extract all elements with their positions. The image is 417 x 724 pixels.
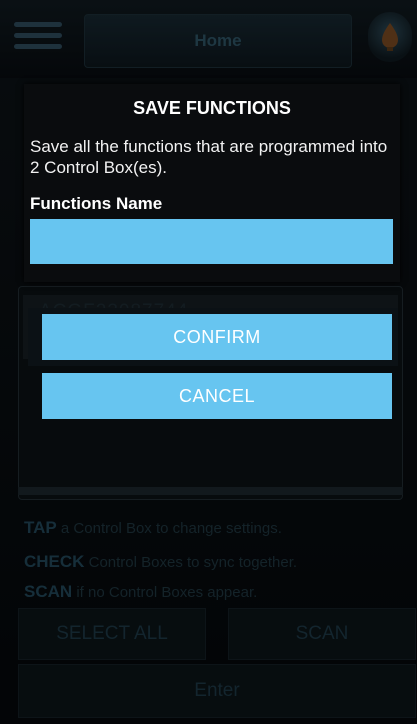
dialog-title: SAVE FUNCTIONS <box>133 98 291 118</box>
functions-name-input[interactable] <box>30 219 393 264</box>
save-functions-dialog: SAVE FUNCTIONS Save all the functions th… <box>24 84 400 282</box>
functions-name-label: Functions Name <box>30 194 163 213</box>
cancel-button[interactable]: CANCEL <box>42 373 392 419</box>
dialog-message: Save all the functions that are programm… <box>30 137 388 177</box>
confirm-button[interactable]: CONFIRM <box>42 314 392 360</box>
